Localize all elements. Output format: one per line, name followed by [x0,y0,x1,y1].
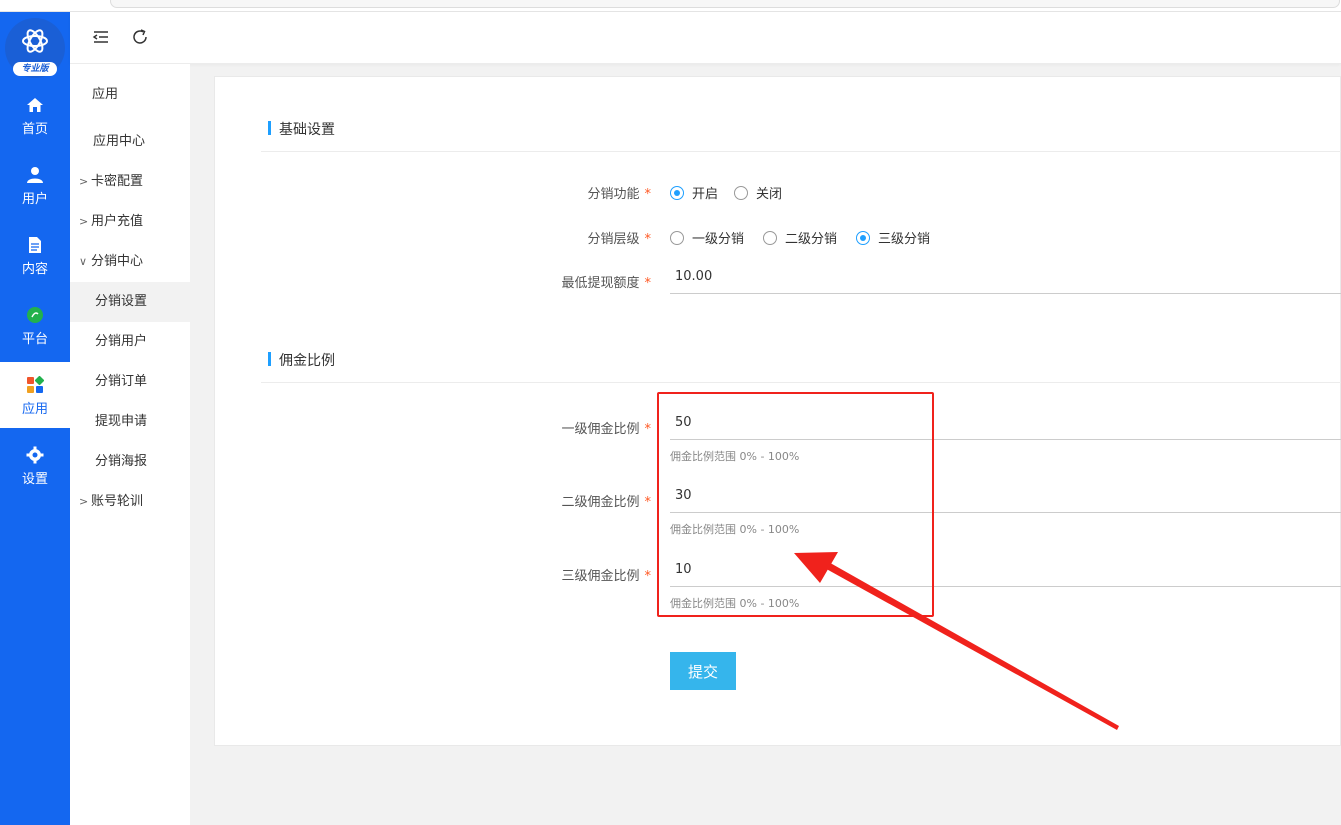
annotation-arrow-icon [794,552,1119,730]
